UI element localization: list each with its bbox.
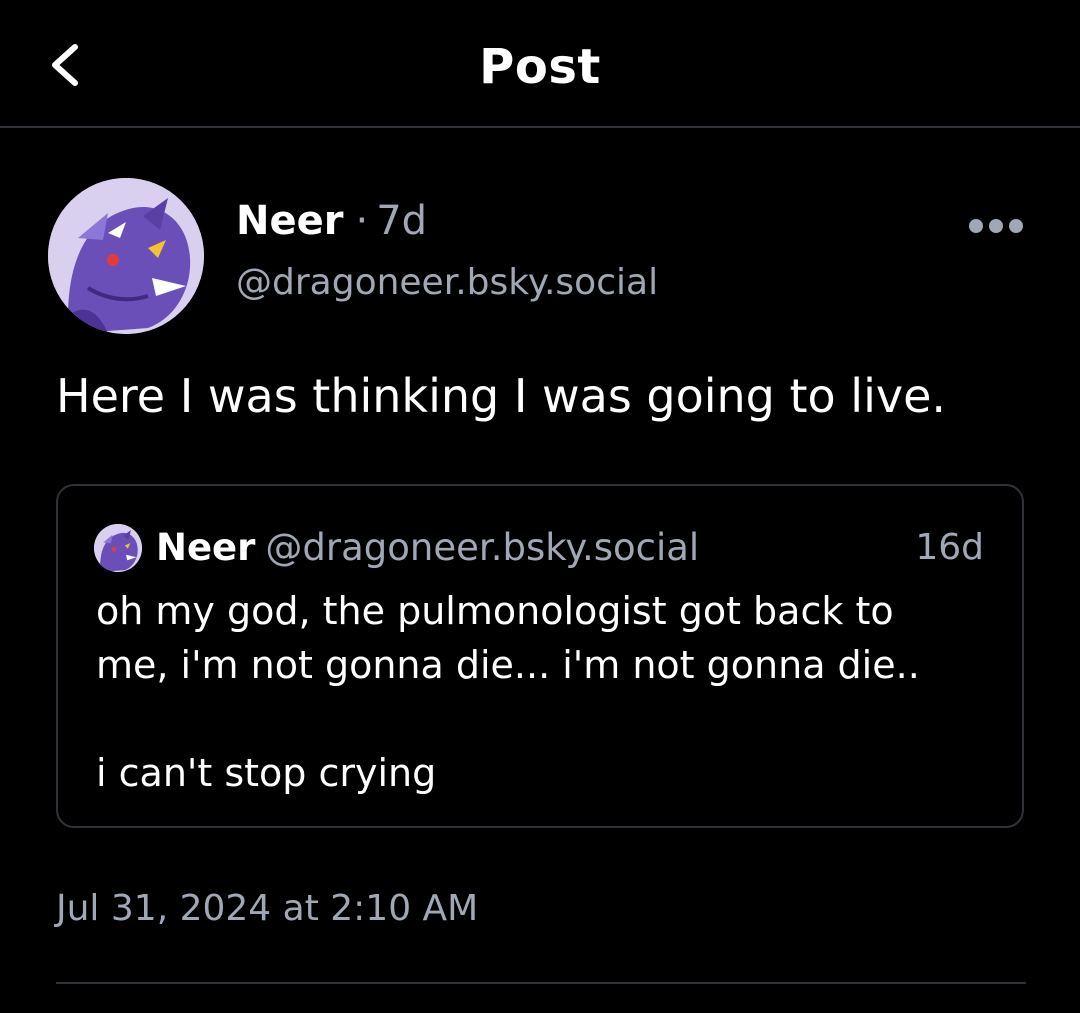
quote-avatar[interactable] <box>94 524 142 572</box>
page-title: Post <box>479 39 601 95</box>
author-handle[interactable]: @dragoneer.bsky.social <box>236 260 658 306</box>
quote-author-line: Neer @dragoneer.bsky.social <box>156 524 699 572</box>
post-timestamp: Jul 31, 2024 at 2:10 AM <box>56 888 479 929</box>
quote-text-line: oh my god, the pulmonologist got back to <box>96 589 894 633</box>
dragon-avatar-icon <box>94 524 142 572</box>
divider <box>56 982 1026 984</box>
quote-author-handle: @dragoneer.bsky.social <box>265 526 700 569</box>
post: Neer · 7d @dragoneer.bsky.social Here I wa… <box>0 130 1080 1013</box>
author-line: Neer · 7d <box>236 196 427 246</box>
post-age: 7d <box>376 198 428 244</box>
post-text: Here I was thinking I was going to live. <box>56 369 947 423</box>
more-horizontal-icon <box>1009 219 1023 233</box>
quote-text-line: me, i'm not gonna die... i'm not gonna d… <box>96 643 920 687</box>
author-separator: · <box>355 198 369 244</box>
header-bar: Post <box>0 0 1080 128</box>
quote-text: oh my god, the pulmonologist got back to… <box>96 584 996 800</box>
quote-author-name: Neer <box>156 526 256 569</box>
dragon-avatar-icon <box>48 178 204 334</box>
quoted-post-card[interactable]: Neer @dragoneer.bsky.social 16d oh my god… <box>56 484 1024 828</box>
author-name[interactable]: Neer <box>236 198 343 244</box>
more-options-button[interactable] <box>960 206 1032 246</box>
more-horizontal-icon <box>989 219 1003 233</box>
quote-age: 16d <box>915 527 984 568</box>
more-horizontal-icon <box>969 219 983 233</box>
avatar[interactable] <box>48 178 204 334</box>
quote-text-line: i can't stop crying <box>96 751 437 795</box>
